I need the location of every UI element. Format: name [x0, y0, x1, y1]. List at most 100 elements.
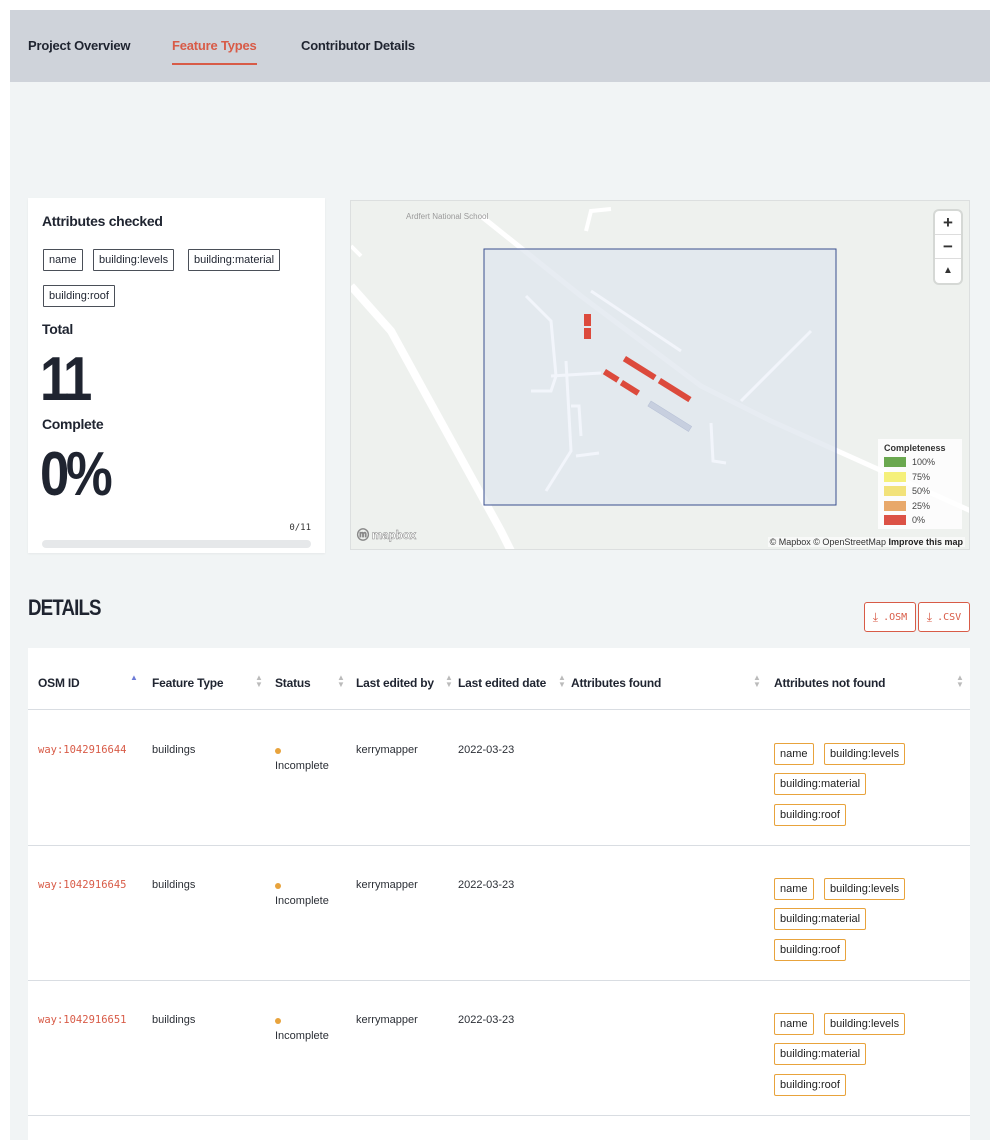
- missing-attribute-tag: building:material: [774, 773, 867, 795]
- download-csv-label: .CSV: [937, 611, 962, 623]
- status-dot: [275, 748, 281, 754]
- sort-icon[interactable]: ▲ ▼: [337, 674, 345, 689]
- date-cell: 2022-03-23: [458, 1014, 515, 1026]
- mapbox-logo[interactable]: ⓜ mapbox: [357, 526, 417, 543]
- page: Project Overview Feature Types Contribut…: [10, 10, 990, 1140]
- download-csv-button[interactable]: ⤓ .CSV: [918, 602, 970, 632]
- missing-attribute-tag: building:material: [774, 908, 867, 930]
- tab-feature-types[interactable]: Feature Types: [172, 38, 257, 65]
- header-divider: [28, 709, 970, 710]
- sort-icon[interactable]: ▲ ▼: [558, 674, 566, 689]
- improve-map-link[interactable]: Improve this map: [888, 537, 963, 547]
- sort-icon[interactable]: ▲ ▼: [753, 674, 761, 689]
- legend-swatch: [884, 471, 906, 482]
- legend-label: 25%: [912, 500, 931, 511]
- missing-attribute-tag: building:levels: [824, 1013, 906, 1035]
- legend-swatch: [884, 486, 906, 497]
- missing-attribute-tag: building:levels: [824, 878, 906, 900]
- missing-attribute-tag: building:material: [774, 1043, 867, 1065]
- download-icon: ⤓: [926, 609, 933, 624]
- missing-attribute-tag: building:roof: [774, 804, 846, 826]
- zoom-out-button[interactable]: −: [935, 235, 961, 259]
- legend-label: 0%: [912, 515, 926, 526]
- compass-button[interactable]: ▲: [935, 259, 961, 283]
- total-label: Total: [42, 321, 73, 337]
- sort-icon[interactable]: ▲ ▼: [956, 674, 964, 689]
- osm-id-link[interactable]: way:1042916644: [38, 744, 127, 756]
- legend-title: Completeness: [884, 443, 946, 453]
- column-header-feature-type[interactable]: Feature Type: [152, 676, 224, 690]
- editor-cell: kerrymapper: [356, 879, 418, 891]
- legend-item: 100%: [884, 455, 956, 470]
- map-controls: + − ▲: [935, 211, 961, 283]
- progress-bar: [42, 540, 311, 548]
- legend-item: 0%: [884, 513, 956, 528]
- column-header-status[interactable]: Status: [275, 676, 311, 690]
- tab-project-overview[interactable]: Project Overview: [28, 38, 131, 53]
- legend-label: 50%: [912, 486, 931, 497]
- column-header-osm-id[interactable]: OSM ID: [38, 676, 80, 690]
- missing-attribute-tag: building:roof: [774, 1074, 846, 1096]
- progress-count: 0/11: [289, 523, 311, 533]
- sort-asc-icon[interactable]: ▲: [130, 674, 138, 682]
- download-osm-button[interactable]: ⤓ .OSM: [864, 602, 916, 632]
- date-cell: 2022-03-23: [458, 744, 515, 756]
- attribute-chip: building:material: [188, 249, 281, 271]
- attribute-chip: name: [43, 249, 83, 271]
- place-label: Ardfert National School: [406, 212, 488, 221]
- status-text: Incomplete: [275, 1030, 329, 1042]
- feature-type-cell: buildings: [152, 744, 196, 756]
- details-title: DETAILS: [28, 595, 102, 620]
- status-dot: [275, 1018, 281, 1024]
- editor-cell: kerrymapper: [356, 1014, 418, 1026]
- map[interactable]: Ardfert National School + − ▲ Completene…: [350, 200, 970, 550]
- road-branch: [584, 207, 612, 232]
- legend-item: 25%: [884, 499, 956, 514]
- attribute-chip: building:roof: [43, 285, 115, 307]
- download-osm-label: .OSM: [883, 611, 908, 623]
- column-header-last-edited-by[interactable]: Last edited by: [356, 676, 434, 690]
- building-feature: [584, 328, 591, 339]
- missing-attribute-tag: name: [774, 878, 814, 900]
- osm-id-link[interactable]: way:1042916645: [38, 879, 127, 891]
- total-value: 11: [40, 345, 92, 414]
- feature-type-cell: buildings: [152, 879, 196, 891]
- tab-contributor-details[interactable]: Contributor Details: [301, 38, 415, 53]
- complete-label: Complete: [42, 416, 104, 432]
- editor-cell: kerrymapper: [356, 744, 418, 756]
- zoom-in-button[interactable]: +: [935, 211, 961, 235]
- osm-id-link[interactable]: way:1042916651: [38, 1014, 127, 1026]
- road-branch: [351, 244, 363, 258]
- date-cell: 2022-03-23: [458, 879, 515, 891]
- sort-icon[interactable]: ▲ ▼: [255, 674, 263, 689]
- legend-swatch: [884, 500, 906, 511]
- complete-value: 0%: [40, 440, 113, 509]
- status-text: Incomplete: [275, 760, 329, 772]
- column-header-last-edited-date[interactable]: Last edited date: [458, 676, 546, 690]
- row-divider: [28, 845, 970, 846]
- status-text: Incomplete: [275, 895, 329, 907]
- map-attribution: © Mapbox © OpenStreetMap Improve this ma…: [767, 537, 965, 547]
- building-feature: [584, 314, 591, 326]
- column-header-attributes-not-found[interactable]: Attributes not found: [774, 676, 886, 690]
- download-icon: ⤓: [872, 609, 879, 624]
- details-table: OSM ID ▲ Feature Type ▲ ▼ Status ▲ ▼ Last …: [28, 648, 970, 1140]
- legend-label: 75%: [912, 471, 931, 482]
- legend-swatch: [884, 457, 906, 468]
- row-divider: [28, 1115, 970, 1116]
- status-dot: [275, 883, 281, 889]
- legend-label: 100%: [912, 457, 936, 468]
- attributes-checked-title: Attributes checked: [42, 213, 163, 229]
- completeness-legend: Completeness 100% 75% 50% 25% 0%: [878, 439, 962, 529]
- legend-item: 50%: [884, 484, 956, 499]
- project-area: [483, 248, 837, 506]
- missing-attribute-tag: building:roof: [774, 939, 846, 961]
- legend-swatch: [884, 515, 906, 526]
- missing-attribute-tag: name: [774, 1013, 814, 1035]
- attribution-text[interactable]: © Mapbox © OpenStreetMap: [770, 537, 886, 547]
- column-header-attributes-found[interactable]: Attributes found: [571, 676, 661, 690]
- row-divider: [28, 980, 970, 981]
- sort-icon[interactable]: ▲ ▼: [445, 674, 453, 689]
- tab-bar: Project Overview Feature Types Contribut…: [10, 10, 990, 82]
- missing-attribute-tag: name: [774, 743, 814, 765]
